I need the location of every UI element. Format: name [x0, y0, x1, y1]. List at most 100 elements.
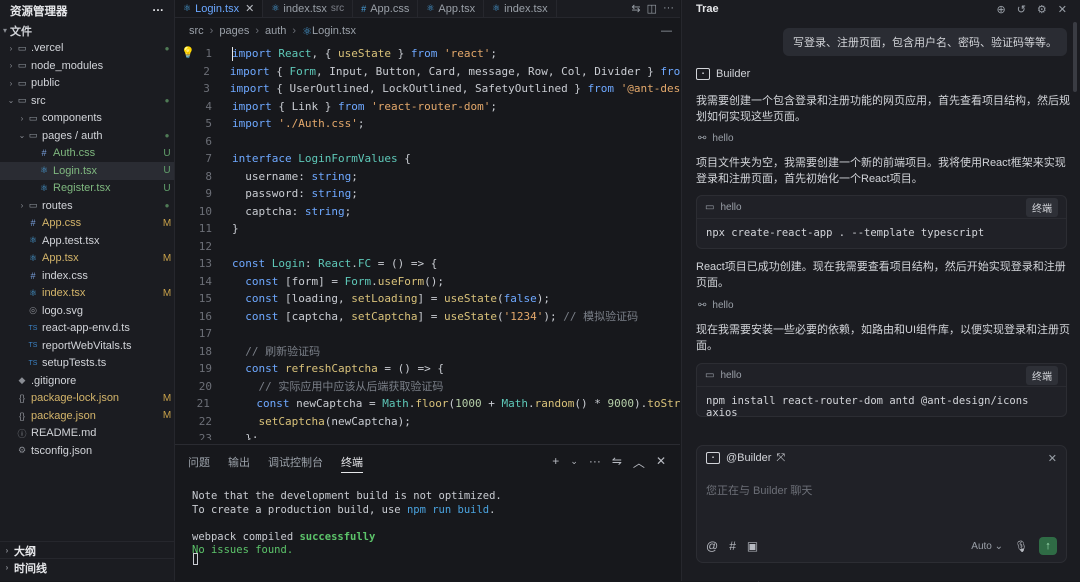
- file-item[interactable]: ⚛ index.tsx M: [0, 285, 174, 303]
- chat-input-placeholder[interactable]: 您正在与 Builder 聊天: [706, 482, 812, 498]
- folder-item[interactable]: ⌄ ▭ pages / auth ●: [0, 127, 174, 145]
- editor-tab[interactable]: ⚛ App.tsx: [418, 0, 485, 17]
- outline-section[interactable]: › 大纲: [0, 541, 174, 559]
- editor-tab[interactable]: # App.css: [353, 0, 419, 17]
- more-icon[interactable]: ···: [589, 454, 601, 471]
- at-icon[interactable]: @: [706, 539, 718, 553]
- file-item[interactable]: ⚙ tsconfig.json: [0, 442, 174, 460]
- folder-item[interactable]: › ▭ routes ●: [0, 197, 174, 215]
- terminal-button[interactable]: 终端: [1026, 365, 1058, 385]
- file-item[interactable]: {} package-lock.json M: [0, 390, 174, 408]
- split-editor-icon[interactable]: ◫: [647, 2, 657, 15]
- file-item[interactable]: TS reportWebVitals.ts: [0, 337, 174, 355]
- scrollbar[interactable]: [1073, 22, 1077, 92]
- more-icon[interactable]: ···: [153, 5, 165, 17]
- switch-agent-icon[interactable]: ⤧: [776, 452, 785, 465]
- panel-tab[interactable]: 输出: [228, 452, 250, 472]
- chat-composer[interactable]: ▪ @Builder ⤧ ✕ 您正在与 Builder 聊天 @ # ▣ Aut…: [696, 445, 1067, 563]
- maximize-icon[interactable]: ︿: [633, 454, 645, 471]
- add-terminal-icon[interactable]: +: [552, 454, 559, 471]
- code-line[interactable]: 7 interface LoginFormValues {: [175, 150, 680, 168]
- lightbulb-icon[interactable]: 💡: [181, 46, 195, 59]
- file-name: src: [31, 94, 46, 107]
- code-line[interactable]: 4 import { Link } from 'react-router-dom'…: [175, 98, 680, 116]
- file-item[interactable]: {} package.json M: [0, 407, 174, 425]
- history-icon[interactable]: ↺: [1017, 3, 1026, 16]
- terminal-output[interactable]: Note that the development build is not o…: [192, 490, 582, 558]
- new-chat-icon[interactable]: ⊕: [996, 3, 1005, 16]
- file-item[interactable]: ◎ logo.svg: [0, 302, 174, 320]
- code-line[interactable]: 13 const Login: React.FC = () => {: [175, 255, 680, 273]
- breadcrumb-item[interactable]: Login.tsx: [312, 25, 356, 37]
- file-item[interactable]: # Auth.css U: [0, 145, 174, 163]
- code-line[interactable]: 19 const refreshCaptcha = () => {: [175, 360, 680, 378]
- more-icon[interactable]: ···: [663, 2, 674, 15]
- panel-tab[interactable]: 调试控制台: [268, 452, 323, 472]
- explorer-root[interactable]: ▾ 文件: [0, 22, 174, 40]
- breadcrumb-item[interactable]: auth: [265, 25, 286, 37]
- breadcrumb-item[interactable]: src: [189, 25, 204, 37]
- file-item[interactable]: ◆ .gitignore: [0, 372, 174, 390]
- code-line[interactable]: 22 setCaptcha(newCaptcha);: [175, 413, 680, 431]
- code-line[interactable]: 16 const [captcha, setCaptcha] = useStat…: [175, 308, 680, 326]
- code-line[interactable]: 9 password: string;: [175, 185, 680, 203]
- file-item[interactable]: # index.css: [0, 267, 174, 285]
- model-select[interactable]: Auto ⌄: [971, 541, 1003, 552]
- folder-item[interactable]: › ▭ components: [0, 110, 174, 128]
- breadcrumb-item[interactable]: pages: [219, 25, 249, 37]
- panel-tab[interactable]: 问题: [188, 452, 210, 472]
- file-item[interactable]: ⚛ Login.tsx U: [0, 162, 174, 180]
- layout-icon[interactable]: ⇋: [612, 454, 622, 471]
- file-item[interactable]: ⚛ App.test.tsx: [0, 232, 174, 250]
- editor-tab[interactable]: ⚛ index.tsx: [484, 0, 557, 17]
- code-line[interactable]: 10 captcha: string;: [175, 203, 680, 221]
- code-line[interactable]: 12: [175, 238, 680, 256]
- file-item[interactable]: ⓘ README.md: [0, 425, 174, 443]
- close-icon[interactable]: ✕: [656, 454, 666, 471]
- thought-item[interactable]: ⚯ hello: [698, 300, 734, 311]
- close-icon[interactable]: ✕: [1048, 452, 1057, 465]
- image-icon[interactable]: ▣: [747, 539, 758, 553]
- code-editor[interactable]: 1 import React, { useState } from 'react'…: [175, 44, 680, 440]
- editor-tab[interactable]: ⚛ index.tsx src: [263, 0, 354, 17]
- code-line[interactable]: 17: [175, 325, 680, 343]
- code-line[interactable]: 6: [175, 133, 680, 151]
- line-number: 11: [198, 222, 212, 236]
- gear-icon[interactable]: ⚙: [1037, 3, 1047, 16]
- code-line[interactable]: 11}: [175, 220, 680, 238]
- code-line[interactable]: 15 const [loading, setLoading] = useStat…: [175, 290, 680, 308]
- code-line[interactable]: 1 import React, { useState } from 'react'…: [175, 45, 680, 63]
- code-line[interactable]: 5 import './Auth.css';: [175, 115, 680, 133]
- panel-tab[interactable]: 终端: [341, 452, 363, 473]
- code-line[interactable]: 18 // 刷新验证码: [175, 343, 680, 361]
- file-name: components: [42, 112, 102, 125]
- thought-item[interactable]: ⚯ hello: [698, 133, 734, 144]
- timeline-section[interactable]: › 时间线: [0, 558, 174, 576]
- close-icon[interactable]: ✕: [1058, 3, 1067, 16]
- file-item[interactable]: ⚛ App.tsx M: [0, 250, 174, 268]
- code-line[interactable]: 14 const [form] = Form.useForm();: [175, 273, 680, 291]
- folder-item[interactable]: ⌄ ▭ src ●: [0, 92, 174, 110]
- hash-icon[interactable]: #: [729, 539, 736, 553]
- file-item[interactable]: TS setupTests.ts: [0, 355, 174, 373]
- code-line[interactable]: 8 username: string;: [175, 168, 680, 186]
- file-item[interactable]: TS react-app-env.d.ts: [0, 320, 174, 338]
- code-line[interactable]: 21 const newCaptcha = Math.floor(1000 + …: [175, 395, 680, 413]
- file-item[interactable]: # App.css M: [0, 215, 174, 233]
- chevron-down-icon[interactable]: ⌄: [570, 454, 578, 471]
- send-button[interactable]: ↑: [1039, 537, 1057, 555]
- mic-icon[interactable]: 🎙: [1014, 540, 1028, 553]
- folder-item[interactable]: › ▭ public: [0, 75, 174, 93]
- code-line[interactable]: 20 // 实际应用中应该从后端获取验证码: [175, 378, 680, 396]
- code-line[interactable]: 3 import { UserOutlined, LockOutlined, Sa…: [175, 80, 680, 98]
- code-line[interactable]: 2 import { Form, Input, Button, Card, mes…: [175, 63, 680, 81]
- terminal-button[interactable]: 终端: [1026, 197, 1058, 217]
- compare-icon[interactable]: ⇆: [631, 2, 640, 15]
- editor-tab[interactable]: ⚛ Login.tsx ✕: [175, 0, 264, 17]
- minimap-toggle-icon[interactable]: —: [661, 25, 672, 37]
- code-line[interactable]: 23 };: [175, 430, 680, 440]
- folder-item[interactable]: › ▭ .vercel ●: [0, 40, 174, 58]
- close-icon[interactable]: ✕: [245, 2, 254, 15]
- folder-item[interactable]: › ▭ node_modules: [0, 57, 174, 75]
- file-item[interactable]: ⚛ Register.tsx U: [0, 180, 174, 198]
